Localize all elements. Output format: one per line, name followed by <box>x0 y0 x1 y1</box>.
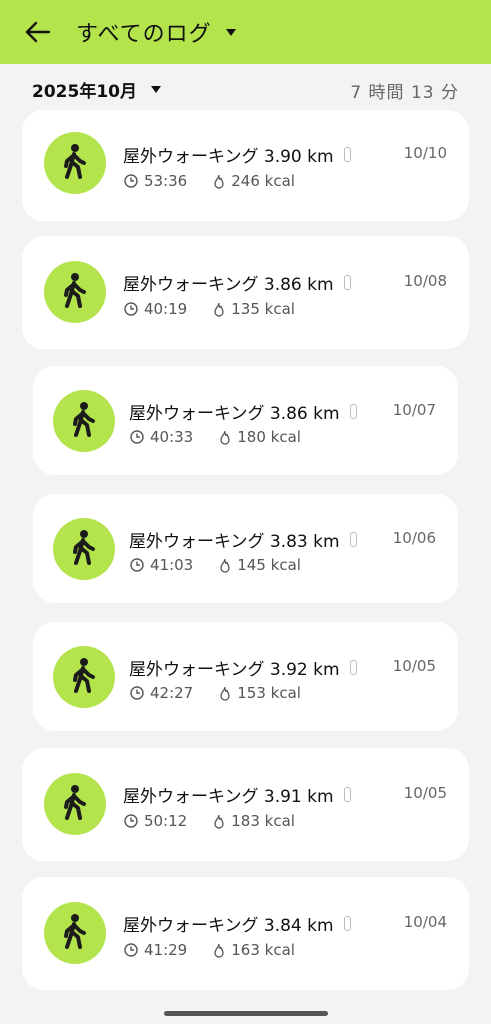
log-title: 屋外ウォーキング 3.92 km <box>129 655 357 680</box>
log-title: 屋外ウォーキング 3.86 km <box>129 399 357 424</box>
activity-avatar <box>44 261 106 323</box>
log-stats: 40:19 135 kcal <box>124 300 295 318</box>
log-date: 10/05 <box>392 657 436 675</box>
watch-icon <box>343 147 351 162</box>
flame-icon <box>214 814 224 829</box>
clock-icon <box>124 174 138 188</box>
log-calories: 145 kcal <box>237 556 301 574</box>
log-card[interactable]: 屋外ウォーキング 3.86 km 10/08 40:19 135 kcal <box>22 236 469 349</box>
log-duration: 53:36 <box>144 172 188 190</box>
log-card[interactable]: 屋外ウォーキング 3.92 km 10/05 42:27 153 kcal <box>33 622 458 731</box>
log-card[interactable]: 屋外ウォーキング 3.84 km 10/04 41:29 163 kcal <box>22 877 469 990</box>
log-duration: 41:29 <box>144 941 188 959</box>
log-title: 屋外ウォーキング 3.84 km <box>123 911 351 936</box>
clock-icon <box>130 558 144 572</box>
log-date: 10/10 <box>403 144 447 162</box>
log-duration: 42:27 <box>150 684 194 702</box>
watch-icon <box>349 404 357 419</box>
activity-avatar <box>44 902 106 964</box>
log-calories: 246 kcal <box>231 172 295 190</box>
walking-person-icon <box>73 402 95 437</box>
log-date: 10/05 <box>403 784 447 802</box>
activity-avatar <box>53 646 115 708</box>
log-calories: 135 kcal <box>231 300 295 318</box>
log-date: 10/06 <box>392 529 436 547</box>
back-button[interactable] <box>22 16 54 48</box>
watch-icon <box>343 916 351 931</box>
log-duration: 50:12 <box>144 812 188 830</box>
page-title: すべてのログ <box>76 22 212 47</box>
home-indicator[interactable] <box>164 1011 328 1016</box>
log-date: 10/07 <box>392 401 436 419</box>
log-card[interactable]: 屋外ウォーキング 3.91 km 10/05 50:12 183 kcal <box>22 748 469 861</box>
log-calories: 183 kcal <box>231 812 295 830</box>
watch-icon <box>343 275 351 290</box>
walking-person-icon <box>64 144 86 179</box>
flame-icon <box>214 174 224 189</box>
arrow-left-icon <box>25 21 51 43</box>
log-title: 屋外ウォーキング 3.90 km <box>123 142 351 167</box>
walking-person-icon <box>73 530 95 565</box>
walking-person-icon <box>64 914 86 949</box>
flame-icon <box>214 302 224 317</box>
log-card[interactable]: 屋外ウォーキング 3.83 km 10/06 41:03 145 kcal <box>33 494 458 603</box>
activity-avatar <box>44 132 106 194</box>
watch-icon <box>343 787 351 802</box>
app-bar: すべてのログ <box>0 0 491 64</box>
walking-person-icon <box>64 785 86 820</box>
log-stats: 41:03 145 kcal <box>130 556 301 574</box>
log-title: 屋外ウォーキング 3.83 km <box>129 527 357 552</box>
total-time: 7 時間 13 分 <box>350 83 459 103</box>
watch-icon <box>349 660 357 675</box>
caret-down-icon <box>150 85 161 93</box>
flame-icon <box>220 430 230 445</box>
walking-person-icon <box>73 658 95 693</box>
clock-icon <box>130 686 144 700</box>
clock-icon <box>124 302 138 316</box>
flame-icon <box>220 558 230 573</box>
log-card[interactable]: 屋外ウォーキング 3.86 km 10/07 40:33 180 kcal <box>33 366 458 475</box>
log-duration: 41:03 <box>150 556 194 574</box>
flame-icon <box>214 943 224 958</box>
clock-icon <box>124 814 138 828</box>
log-title: 屋外ウォーキング 3.91 km <box>123 782 351 807</box>
activity-avatar <box>53 390 115 452</box>
clock-icon <box>124 943 138 957</box>
log-stats: 50:12 183 kcal <box>124 812 295 830</box>
caret-down-icon <box>225 28 236 36</box>
log-stats: 41:29 163 kcal <box>124 941 295 959</box>
log-date: 10/04 <box>403 913 447 931</box>
activity-avatar <box>53 518 115 580</box>
clock-icon <box>130 430 144 444</box>
log-stats: 42:27 153 kcal <box>130 684 301 702</box>
log-calories: 180 kcal <box>237 428 301 446</box>
log-stats: 40:33 180 kcal <box>130 428 301 446</box>
log-title: 屋外ウォーキング 3.86 km <box>123 270 351 295</box>
flame-icon <box>220 686 230 701</box>
watch-icon <box>349 532 357 547</box>
month-label: 2025年10月 <box>32 81 137 102</box>
log-date: 10/08 <box>403 272 447 290</box>
log-card[interactable]: 屋外ウォーキング 3.90 km 10/10 53:36 246 kcal <box>22 110 469 221</box>
activity-avatar <box>44 773 106 835</box>
log-calories: 153 kcal <box>237 684 301 702</box>
month-selector[interactable]: 2025年10月 <box>32 77 161 102</box>
log-duration: 40:19 <box>144 300 188 318</box>
log-duration: 40:33 <box>150 428 194 446</box>
walking-person-icon <box>64 273 86 308</box>
log-stats: 53:36 246 kcal <box>124 172 295 190</box>
log-filter-dropdown[interactable]: すべてのログ <box>76 17 236 47</box>
log-calories: 163 kcal <box>231 941 295 959</box>
